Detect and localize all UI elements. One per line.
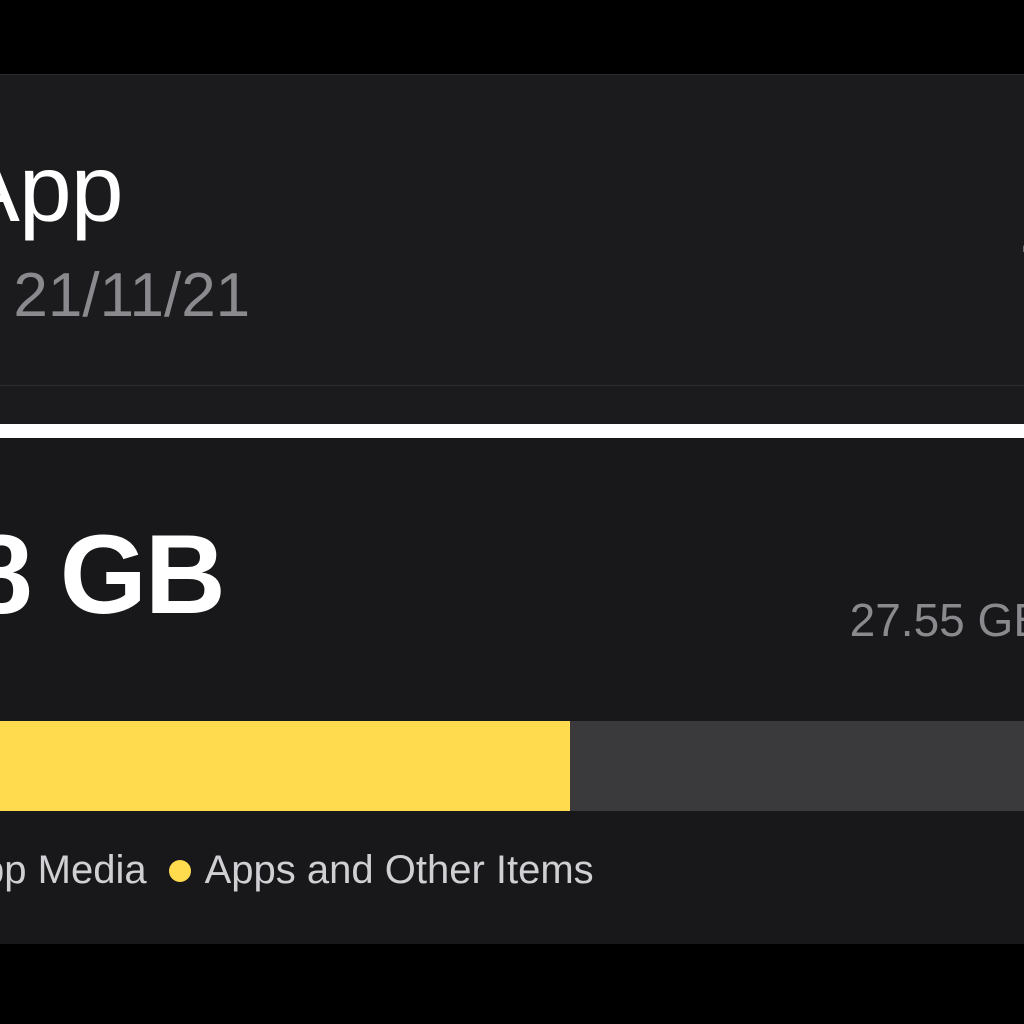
storage-progress-bar	[0, 721, 1024, 811]
legend-label-media: atsApp Media	[0, 848, 147, 893]
legend-label-apps: Apps and Other Items	[205, 848, 594, 893]
storage-free-value: 27.55 GB	[850, 593, 1024, 647]
storage-progress-fill	[0, 721, 570, 811]
legend-item-apps: Apps and Other Items	[169, 848, 594, 893]
app-last-used: ed: 21/11/21	[0, 260, 250, 331]
app-storage-row[interactable]: sApp ed: 21/11/21 1	[0, 74, 1024, 424]
legend-item-media: atsApp Media	[0, 848, 147, 893]
storage-legend: atsApp Media Apps and Other Items	[0, 848, 594, 893]
collage-separator	[0, 424, 1024, 438]
legend-dot-icon	[169, 860, 191, 882]
storage-used-value: 08 GB	[0, 510, 224, 639]
app-name: sApp	[0, 135, 123, 244]
app-size-value: 1	[1017, 175, 1024, 273]
storage-summary-panel: d 08 GB 27.55 GB atsApp Media Apps and O…	[0, 438, 1024, 944]
storage-used-label: d	[0, 456, 2, 501]
row-divider	[0, 385, 1024, 386]
